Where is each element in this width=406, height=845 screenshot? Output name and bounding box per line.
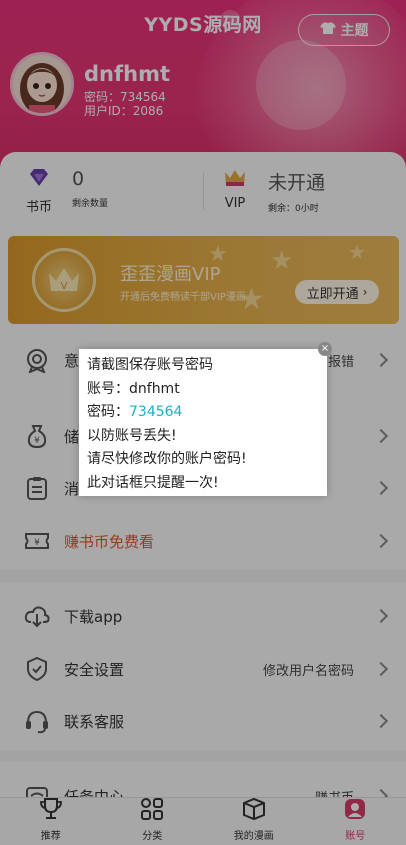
account-reminder-dialog: 请截图保存账号密码 账号：dnfhmt 密码：734564 以防账号丢失! 请尽… (79, 349, 327, 496)
dialog-line-1: 请截图保存账号密码 (87, 357, 213, 373)
dialog-account-value: dnfhmt (129, 380, 180, 397)
dialog-line-5: 请尽快修改你的账户密码! (87, 451, 247, 467)
dialog-password-value: 734564 (129, 404, 183, 420)
close-icon[interactable]: × (318, 342, 332, 356)
dialog-password-line: 密码：734564 (87, 404, 183, 420)
dialog-line-4: 以防账号丢失! (87, 427, 177, 444)
dialog-account-line: 账号：dnfhmt (87, 380, 180, 397)
dialog-line-6: 此对话框只提醒一次! (87, 474, 219, 491)
